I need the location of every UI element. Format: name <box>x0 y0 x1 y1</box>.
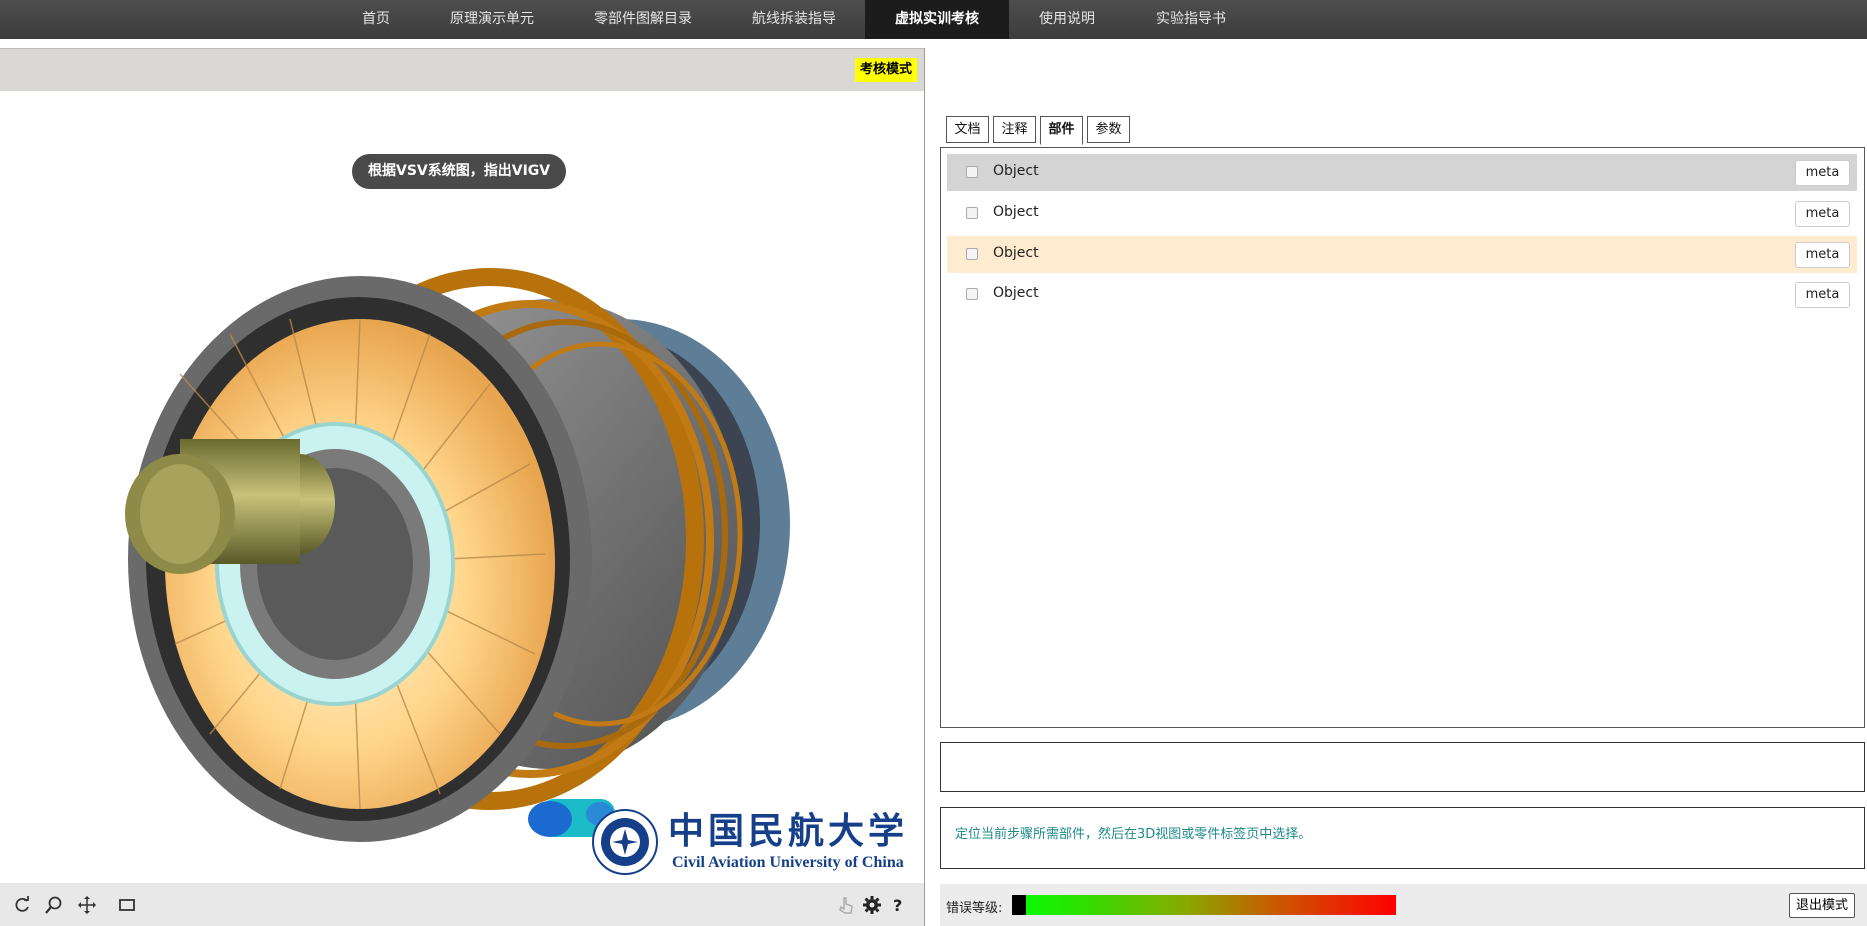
error-level-label: 错误等级: <box>946 901 1003 916</box>
row-checkbox[interactable] <box>966 166 978 178</box>
list-item[interactable]: Object meta <box>947 236 1857 273</box>
step-info-box <box>940 742 1865 792</box>
svg-text:?: ? <box>893 896 902 915</box>
3d-viewer[interactable]: 考核模式 根据VSV系统图，指出VIGV 中国民航大学 Civil Aviati… <box>0 48 925 926</box>
task-prompt: 根据VSV系统图，指出VIGV <box>352 154 567 189</box>
settings-icon[interactable] <box>862 895 882 915</box>
meta-button[interactable]: meta <box>1795 242 1850 268</box>
engine-3d-model[interactable] <box>120 234 820 844</box>
university-name-cn: 中国民航大学 <box>668 810 909 852</box>
nav-item-home[interactable]: 首页 <box>341 0 411 39</box>
status-bar: 错误等级: 退出模式 <box>940 884 1867 926</box>
university-name-en: Civil Aviation University of China <box>672 854 904 871</box>
nav-item-principle-demo[interactable]: 原理演示单元 <box>437 0 547 39</box>
university-logo: 中国民航大学 Civil Aviation University of Chin… <box>592 804 904 880</box>
tab-parts[interactable]: 部件 <box>1040 116 1083 145</box>
row-checkbox[interactable] <box>966 248 978 260</box>
row-label: Object <box>993 163 1039 179</box>
row-checkbox[interactable] <box>966 288 978 300</box>
tab-annotations[interactable]: 注释 <box>993 116 1036 143</box>
meta-button[interactable]: meta <box>1795 282 1850 308</box>
pan-icon[interactable] <box>77 895 97 915</box>
list-item[interactable]: Object meta <box>947 276 1857 313</box>
top-navigation: 首页 原理演示单元 零部件图解目录 航线拆装指导 虚拟实训考核 使用说明 实验指… <box>0 0 1867 39</box>
tab-documents[interactable]: 文档 <box>946 116 989 143</box>
meta-button[interactable]: meta <box>1795 201 1850 227</box>
help-icon[interactable]: ? <box>888 895 908 915</box>
row-label: Object <box>993 285 1039 301</box>
hint-text: 定位当前步骤所需部件，然后在3D视图或零件标签页中选择。 <box>955 827 1312 842</box>
row-checkbox[interactable] <box>966 207 978 219</box>
cursor-icon[interactable] <box>836 895 856 915</box>
nav-item-user-guide[interactable]: 使用说明 <box>1032 0 1102 39</box>
exit-mode-button[interactable]: 退出模式 <box>1788 893 1855 918</box>
error-level-marker <box>1012 895 1026 915</box>
nav-item-lab-manual[interactable]: 实验指导书 <box>1147 0 1235 39</box>
university-seal-icon <box>592 809 658 875</box>
row-label: Object <box>993 204 1039 220</box>
list-item[interactable]: Object meta <box>947 154 1857 191</box>
tab-parameters[interactable]: 参数 <box>1087 116 1130 143</box>
rotate-icon[interactable] <box>12 895 32 915</box>
parts-list: Object meta Object meta Object meta Obje… <box>940 147 1865 728</box>
row-label: Object <box>993 245 1039 261</box>
error-level-bar <box>1012 895 1396 915</box>
fit-window-icon[interactable] <box>117 895 137 915</box>
meta-button[interactable]: meta <box>1795 160 1850 186</box>
hint-box: 定位当前步骤所需部件，然后在3D视图或零件标签页中选择。 <box>940 807 1865 869</box>
zoom-icon[interactable] <box>44 895 64 915</box>
nav-item-parts-catalog[interactable]: 零部件图解目录 <box>580 0 706 39</box>
nav-item-virtual-assessment[interactable]: 虚拟实训考核 <box>865 0 1009 39</box>
mode-badge: 考核模式 <box>854 58 917 82</box>
list-item[interactable]: Object meta <box>947 195 1857 232</box>
viewer-header: 考核模式 <box>0 49 924 91</box>
nav-item-line-maintenance[interactable]: 航线拆装指导 <box>738 0 850 39</box>
viewer-toolbar: ? <box>0 883 924 926</box>
